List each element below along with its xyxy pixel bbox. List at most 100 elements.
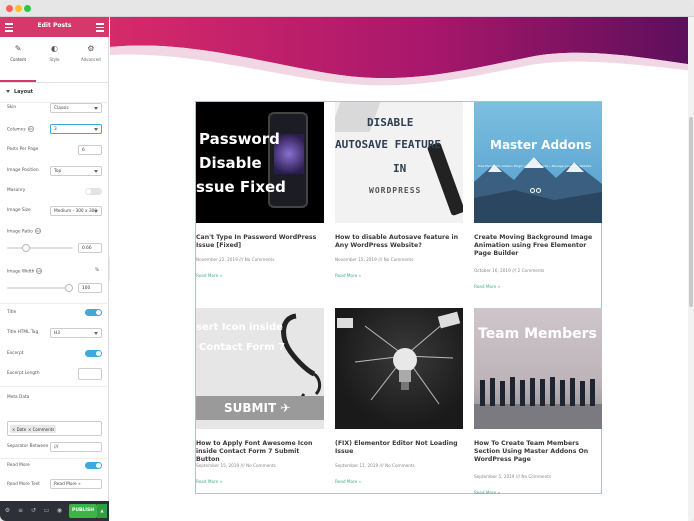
separator-label: Separator Between <box>7 444 49 449</box>
lightbulb-graphic <box>337 311 461 405</box>
app-window: Edit Posts ✎ Content ◐ Style ⚙ Advanced … <box>0 0 694 521</box>
post-title[interactable]: How to Apply Font Awesome Icon inside Co… <box>196 440 324 464</box>
section-layout-label: Layout <box>14 89 34 95</box>
read-more-label: Read More <box>7 463 30 468</box>
header-wave-graphic <box>110 17 694 86</box>
skin-label: Skin <box>7 105 17 110</box>
tab-style-label: Style <box>49 57 60 62</box>
post-title[interactable]: Create Moving Background Image Animation… <box>474 234 602 258</box>
thumbnail-text: DISABLE <box>367 116 414 129</box>
image-width-unit[interactable]: % <box>95 268 99 273</box>
read-more-link[interactable]: Read More » <box>335 273 361 278</box>
field-meta-data: Meta Data <box>0 391 109 405</box>
widgets-grid-icon[interactable] <box>96 21 104 32</box>
panel-title: Edit Posts <box>37 22 72 29</box>
zoom-window-button[interactable] <box>24 5 31 12</box>
field-masonry: Masonry <box>0 184 109 198</box>
post-meta: October 16, 2019 /// 2 Comments <box>474 268 545 273</box>
post-thumbnail[interactable]: Team Members <box>474 308 602 429</box>
columns-select[interactable]: 3 <box>50 124 102 134</box>
masonry-toggle[interactable] <box>85 188 102 195</box>
field-image-size: Image Size Medium - 300 x 300 <box>0 204 109 218</box>
post-meta: November 22, 2019 /// No Comments <box>196 257 275 262</box>
field-skin: Skin Classic <box>0 101 109 115</box>
responsive-mode-icon[interactable]: ▭ <box>43 507 50 514</box>
scrollbar-thumb[interactable] <box>689 117 693 307</box>
meta-data-select[interactable]: × Date × Comments <box>7 421 102 436</box>
thumbnail-text: sert Icon inside <box>196 322 283 333</box>
publish-button[interactable]: PUBLISH <box>69 504 97 518</box>
image-size-select[interactable]: Medium - 300 x 300 <box>50 206 102 216</box>
half-circle-icon: ◐ <box>50 44 58 53</box>
minimize-window-button[interactable] <box>15 5 22 12</box>
field-read-more-text: Read More Text Read More » <box>0 478 109 492</box>
image-width-input[interactable]: 100 <box>78 283 102 293</box>
read-more-link[interactable]: Read More » <box>196 273 222 278</box>
post-title[interactable]: Can't Type In Password WordPress Issue [… <box>196 234 324 250</box>
editor-panel: Edit Posts ✎ Content ◐ Style ⚙ Advanced … <box>0 17 109 521</box>
close-window-button[interactable] <box>6 5 13 12</box>
masonry-label: Masonry <box>7 188 26 193</box>
thumbnail-text: ssue Fixed <box>196 178 286 196</box>
read-more-link[interactable]: Read More » <box>335 479 361 484</box>
image-width-slider[interactable] <box>7 284 73 292</box>
post-thumbnail[interactable]: DISABLE AUTOSAVE FEATURE IN WORDPRESS <box>335 102 463 223</box>
meta-chip-comments[interactable]: × Comments <box>26 425 57 433</box>
field-title: Title <box>0 306 109 320</box>
post-thumbnail[interactable] <box>335 308 463 429</box>
post-title[interactable]: How To Create Team Members Section Using… <box>474 440 602 464</box>
thumbnail-text: AUTOSAVE FEATURE <box>335 138 441 151</box>
responsive-device-icon[interactable]: ▭ <box>27 126 34 132</box>
post-thumbnail[interactable]: Master Addons Free Elementor Addons Plug… <box>474 102 602 223</box>
read-more-link[interactable]: Read More » <box>474 284 500 289</box>
tab-advanced[interactable]: ⚙ Advanced <box>73 37 109 82</box>
preview-scrollbar[interactable] <box>688 17 694 521</box>
divider <box>0 303 109 304</box>
skin-select[interactable]: Classic <box>50 103 102 113</box>
thumbnail-text: SUBMIT ✈ <box>224 401 290 415</box>
read-more-toggle[interactable] <box>85 462 102 469</box>
thumbnail-text: Team Members <box>478 326 597 342</box>
responsive-device-icon[interactable]: ▭ <box>34 228 41 234</box>
title-toggle[interactable] <box>85 309 102 316</box>
image-ratio-slider[interactable] <box>7 244 73 252</box>
thumbnail-text: IN <box>393 162 407 175</box>
separator-input[interactable]: /// <box>50 442 102 452</box>
field-read-more: Read More <box>0 459 109 473</box>
tab-content[interactable]: ✎ Content <box>0 37 37 82</box>
posts-per-page-input[interactable]: 6 <box>78 145 102 155</box>
navigator-icon[interactable]: ≡ <box>17 507 24 514</box>
mountain-graphic <box>474 157 602 223</box>
post-title[interactable]: How to disable Autosave feature in Any W… <box>335 234 463 250</box>
field-columns: Columns ▭ 3 <box>0 122 109 136</box>
caret-down-icon <box>6 90 10 93</box>
read-more-text-input[interactable]: Read More » <box>50 479 102 489</box>
read-more-link[interactable]: Read More » <box>196 479 222 484</box>
thumbnail-text: Master Addons <box>490 138 592 152</box>
excerpt-toggle[interactable] <box>85 350 102 357</box>
history-icon[interactable]: ↺ <box>30 507 37 514</box>
title-tag-select[interactable]: H3 <box>50 328 102 338</box>
slider-handle[interactable] <box>21 244 30 252</box>
play-icon <box>530 178 546 193</box>
read-more-link[interactable]: Read More » <box>474 490 500 495</box>
field-image-width: Image Width ▭ % <box>0 264 109 278</box>
preview-eye-icon[interactable]: ◉ <box>56 507 63 514</box>
tab-style[interactable]: ◐ Style <box>36 37 72 82</box>
image-position-select[interactable]: Top <box>50 166 102 176</box>
excerpt-length-input[interactable] <box>78 368 102 380</box>
post-thumbnail[interactable]: Password Disable ssue Fixed <box>196 102 324 223</box>
field-separator: Separator Between /// <box>0 440 109 454</box>
settings-icon[interactable]: ⚙ <box>4 507 11 514</box>
slider-handle[interactable] <box>65 284 73 292</box>
post-thumbnail[interactable]: sert Icon inside Contact Form 7 SUBMIT ✈ <box>196 308 324 429</box>
responsive-device-icon[interactable]: ▭ <box>36 268 43 274</box>
field-title-tag: Title HTML Tag H3 <box>0 326 109 340</box>
thumbnail-submit-text: SUBMIT <box>224 401 277 415</box>
thumbnail-text: Disable <box>199 154 262 172</box>
image-ratio-label: Image Ratio <box>7 229 33 235</box>
publish-options-caret[interactable]: ▲ <box>97 504 107 518</box>
image-width-label: Image Width <box>7 269 35 275</box>
image-ratio-input[interactable]: 0.66 <box>78 243 102 253</box>
post-title[interactable]: (FIX) Elementor Editor Not Loading Issue <box>335 440 463 456</box>
